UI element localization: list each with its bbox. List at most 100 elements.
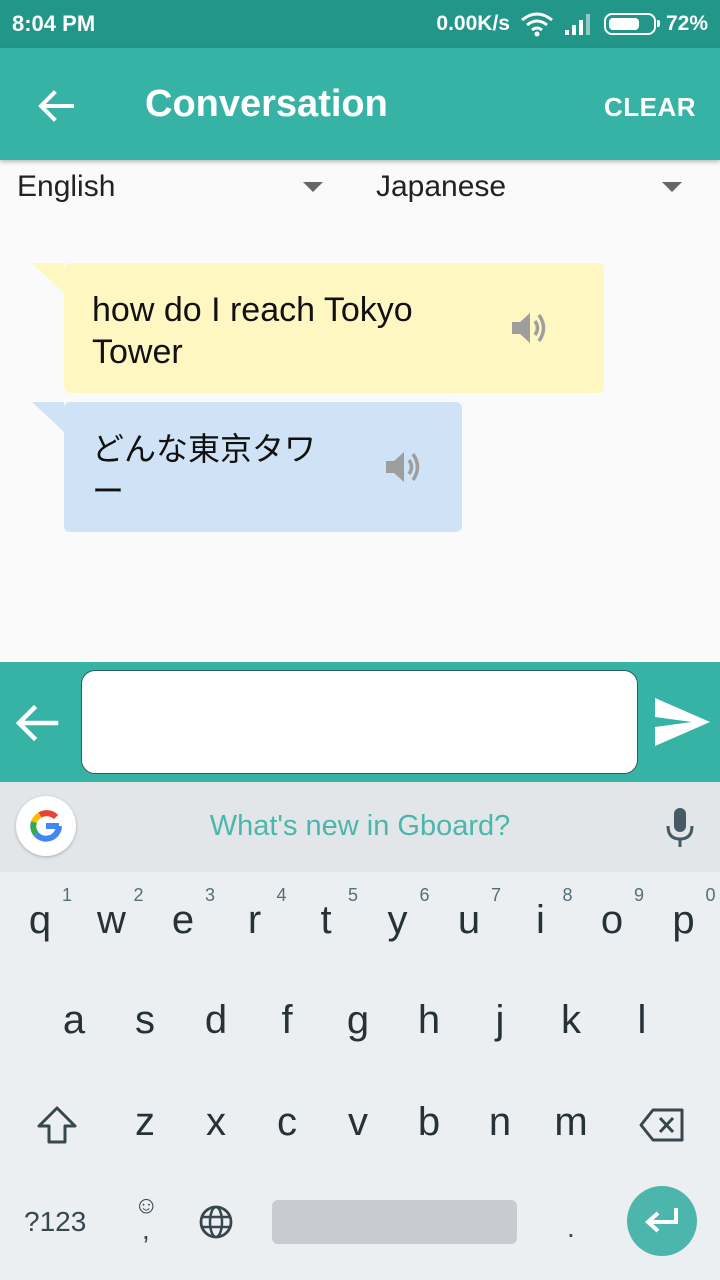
key-label: r xyxy=(247,898,262,942)
key-label: s xyxy=(135,998,155,1042)
translated-message-text: どんな東京タワー xyxy=(92,430,317,510)
key-q[interactable]: q1 xyxy=(4,872,76,972)
key-label: o xyxy=(600,898,624,942)
source-language-label: English xyxy=(17,170,116,203)
send-icon[interactable] xyxy=(652,695,712,749)
key-j[interactable]: j xyxy=(464,972,536,1072)
source-message-text: how do I reach Tokyo Tower xyxy=(92,291,413,371)
key-hint: 4 xyxy=(276,885,287,905)
shift-icon[interactable] xyxy=(36,1105,78,1145)
key-b[interactable]: b xyxy=(393,1074,465,1174)
globe-icon[interactable] xyxy=(198,1204,234,1240)
key-label: h xyxy=(417,998,441,1042)
battery-percent: 72% xyxy=(665,12,708,35)
target-language-label: Japanese xyxy=(376,170,507,203)
key-y[interactable]: y6 xyxy=(362,872,434,972)
gboard-suggestion[interactable]: What's new in Gboard? xyxy=(0,810,720,843)
key-label: l xyxy=(637,998,647,1042)
net-speed: 0.00K/s xyxy=(436,12,510,35)
key-label: m xyxy=(554,1100,588,1144)
mic-icon[interactable] xyxy=(664,806,696,850)
period-key[interactable]: . xyxy=(567,1212,575,1244)
chevron-down-icon xyxy=(662,182,682,192)
key-s[interactable]: s xyxy=(109,972,181,1072)
key-f[interactable]: f xyxy=(251,972,323,1072)
key-label: w xyxy=(97,898,126,942)
key-m[interactable]: m xyxy=(535,1074,607,1174)
status-time: 8:04 PM xyxy=(12,11,96,36)
key-e[interactable]: e3 xyxy=(147,872,219,972)
key-t[interactable]: t5 xyxy=(290,872,362,972)
comma-key[interactable]: , xyxy=(142,1214,150,1246)
enter-key[interactable] xyxy=(627,1186,697,1256)
translated-message-bubble: どんな東京タワー xyxy=(32,402,462,532)
target-language-select[interactable]: Japanese xyxy=(376,170,686,210)
enter-icon xyxy=(645,1208,678,1233)
key-label: a xyxy=(62,998,86,1042)
key-c[interactable]: c xyxy=(251,1074,323,1174)
key-label: z xyxy=(135,1100,155,1144)
source-language-select[interactable]: English xyxy=(17,170,327,210)
chevron-down-icon xyxy=(303,182,323,192)
key-w[interactable]: w2 xyxy=(76,872,148,972)
key-label: j xyxy=(495,998,505,1042)
key-label: u xyxy=(457,898,481,942)
keyboard-suggestion-strip: What's new in Gboard? xyxy=(0,782,720,872)
key-label: k xyxy=(561,998,581,1042)
key-hint: 8 xyxy=(562,885,573,905)
source-message-bubble: how do I reach Tokyo Tower xyxy=(32,263,604,393)
key-a[interactable]: a xyxy=(38,972,110,1072)
key-label: n xyxy=(488,1100,512,1144)
key-hint: 7 xyxy=(490,885,501,905)
key-d[interactable]: d xyxy=(180,972,252,1072)
key-label: x xyxy=(206,1100,226,1144)
key-hint: 1 xyxy=(61,885,72,905)
key-h[interactable]: h xyxy=(393,972,465,1072)
key-label: e xyxy=(171,898,195,942)
status-bar: 8:04 PM 0.00K/s 72% xyxy=(0,0,720,48)
key-hint: 6 xyxy=(419,885,430,905)
message-input[interactable] xyxy=(81,670,638,774)
key-label: c xyxy=(277,1100,297,1144)
battery-fill xyxy=(608,18,639,30)
space-key[interactable] xyxy=(272,1200,517,1244)
app-bar: Conversation CLEAR xyxy=(0,48,720,160)
key-label: b xyxy=(417,1100,441,1144)
key-k[interactable]: k xyxy=(535,972,607,1072)
key-n[interactable]: n xyxy=(464,1074,536,1174)
key-g[interactable]: g xyxy=(322,972,394,1072)
key-label: t xyxy=(320,898,332,942)
key-label: q xyxy=(28,898,52,942)
key-label: p xyxy=(672,898,695,942)
key-label: i xyxy=(536,898,545,942)
key-l[interactable]: l xyxy=(606,972,678,1072)
key-p[interactable]: p0 xyxy=(648,872,720,972)
key-u[interactable]: u7 xyxy=(433,872,505,972)
key-hint: 5 xyxy=(347,885,358,905)
key-z[interactable]: z xyxy=(109,1074,181,1174)
battery-icon xyxy=(603,13,660,35)
wifi-icon xyxy=(521,12,553,37)
key-r[interactable]: r4 xyxy=(219,872,291,972)
backspace-icon[interactable] xyxy=(639,1108,685,1142)
key-label: v xyxy=(348,1100,368,1144)
key-hint: 0 xyxy=(705,885,716,905)
clear-button[interactable]: CLEAR xyxy=(604,92,696,123)
speaker-icon[interactable] xyxy=(382,445,426,489)
input-bar xyxy=(0,662,720,782)
key-hint: 9 xyxy=(633,885,644,905)
key-i[interactable]: i8 xyxy=(505,872,577,972)
swap-arrow-icon[interactable] xyxy=(12,698,62,748)
key-x[interactable]: x xyxy=(180,1074,252,1174)
key-label: g xyxy=(346,998,370,1042)
speaker-icon[interactable] xyxy=(508,306,552,350)
back-arrow-icon[interactable] xyxy=(30,80,82,132)
symbols-key[interactable]: ?123 xyxy=(24,1206,86,1238)
key-hint: 3 xyxy=(204,885,215,905)
key-o[interactable]: o9 xyxy=(576,872,648,972)
key-label: y xyxy=(387,898,408,942)
status-right: 0.00K/s 72% xyxy=(436,10,708,38)
key-v[interactable]: v xyxy=(322,1074,394,1174)
signal-icon xyxy=(564,14,590,35)
key-label: d xyxy=(204,998,228,1042)
